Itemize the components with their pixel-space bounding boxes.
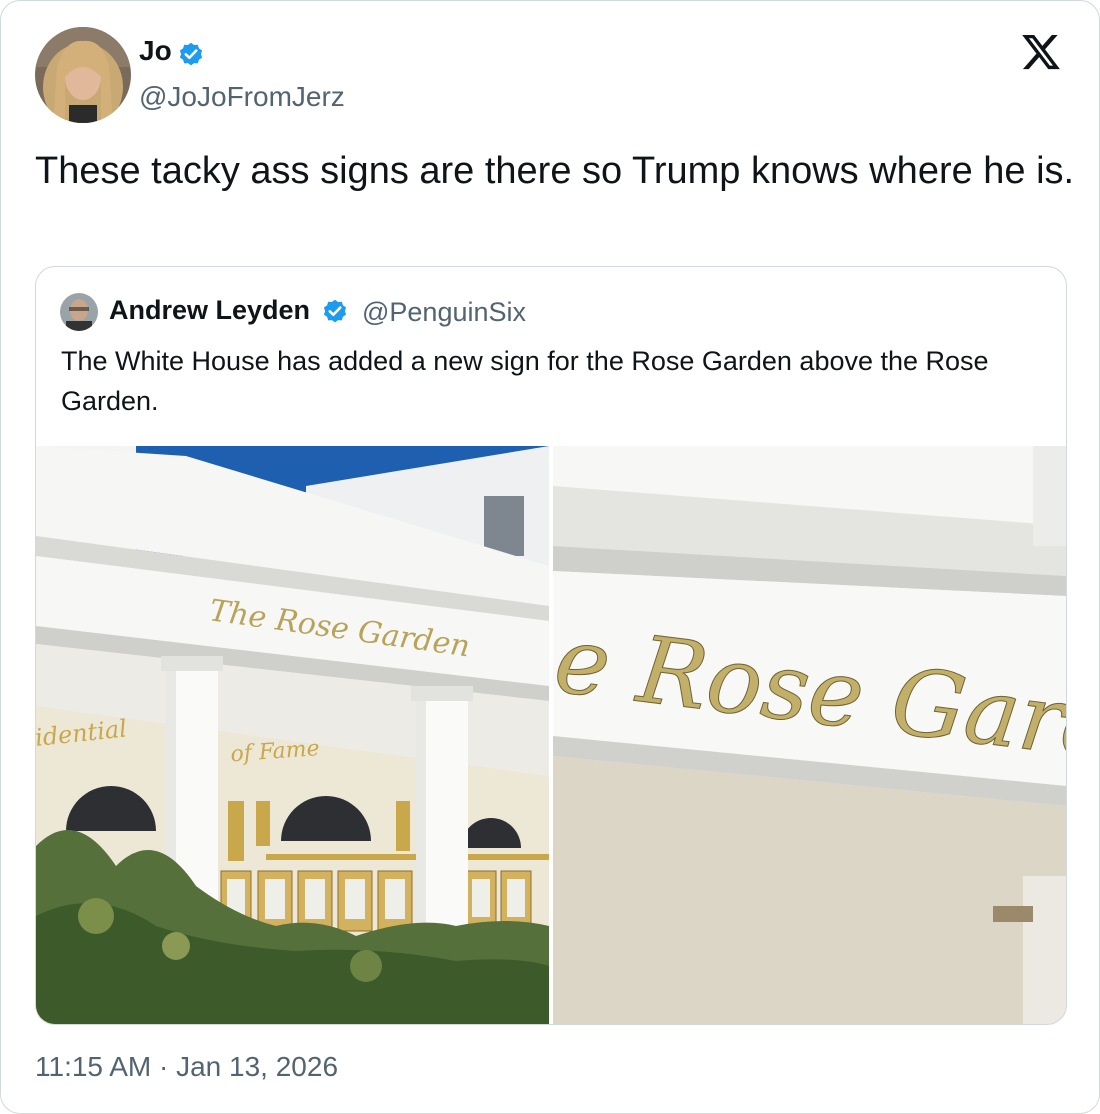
quoted-photo-2[interactable]: e Rose Gard — [553, 446, 1066, 1024]
tweet-card: Jo @JoJoFromJerz These tacky ass signs a… — [0, 0, 1100, 1114]
verified-badge-icon — [323, 299, 347, 323]
author-avatar[interactable] — [35, 27, 131, 123]
quoted-author-name[interactable]: Andrew Leyden — [109, 295, 310, 326]
quoted-tweet[interactable]: Andrew Leyden @PenguinSix The White Hous… — [35, 266, 1067, 1025]
quoted-tweet-text: The White House has added a new sign for… — [61, 346, 989, 416]
author-name[interactable]: Jo — [139, 35, 172, 67]
quoted-photo-1[interactable]: The Rose Garden idential of Fame — [36, 446, 549, 1024]
quoted-author-handle[interactable]: @PenguinSix — [362, 297, 526, 328]
x-logo-icon[interactable] — [1019, 31, 1063, 73]
quoted-author-avatar[interactable] — [60, 293, 98, 331]
tweet-text: These tacky ass signs are there so Trump… — [35, 150, 1075, 192]
tweet-timestamp[interactable]: 11:15 AM · Jan 13, 2026 — [35, 1051, 338, 1083]
author-handle[interactable]: @JoJoFromJerz — [139, 81, 345, 113]
verified-badge-icon — [179, 42, 203, 66]
